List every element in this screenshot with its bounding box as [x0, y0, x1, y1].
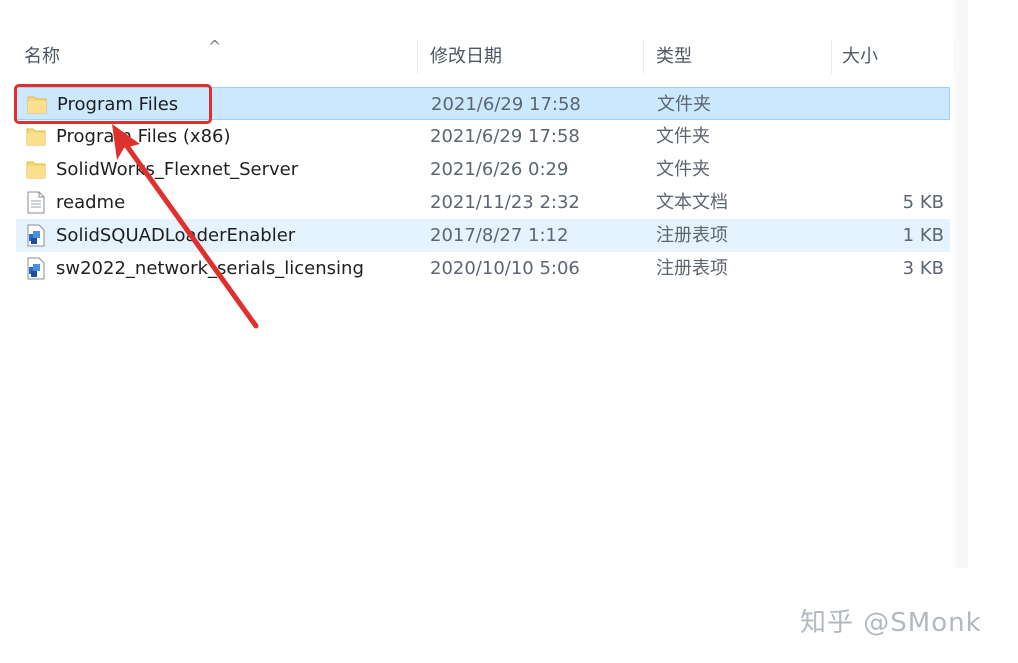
column-divider[interactable]: [955, 40, 956, 74]
file-modified: 2020/10/10 5:06: [430, 258, 580, 279]
file-size: 1 KB: [902, 225, 944, 246]
column-header-bar: 名称 ^ 修改日期 类型 大小: [0, 34, 960, 80]
file-name: readme: [56, 192, 126, 213]
file-row[interactable]: SolidWorks_Flexnet_Server 2021/6/26 0:29…: [16, 153, 950, 186]
file-row[interactable]: readme 2021/11/23 2:32 文本文档 5 KB: [16, 186, 950, 219]
sort-ascending-icon: ^: [208, 37, 222, 56]
file-modified: 2021/6/29 17:58: [430, 126, 580, 147]
column-header-size[interactable]: 大小: [832, 34, 956, 80]
column-header-type-label: 类型: [656, 46, 692, 67]
file-type: 文件夹: [657, 94, 711, 115]
column-header-modified-label: 修改日期: [430, 46, 502, 67]
file-type: 文本文档: [656, 192, 728, 213]
file-modified: 2017/8/27 1:12: [430, 225, 569, 246]
file-row[interactable]: Program Files 2021/6/29 17:58 文件夹: [16, 87, 950, 120]
folder-icon: [26, 125, 46, 148]
folder-icon: [27, 93, 47, 116]
file-explorer-pane: 名称 ^ 修改日期 类型 大小 Program Files 2021/6/29 …: [0, 0, 968, 568]
column-header-type[interactable]: 类型: [644, 34, 832, 80]
file-row[interactable]: sw2022_network_serials_licensing 2020/10…: [16, 252, 950, 285]
file-modified: 2021/11/23 2:32: [430, 192, 580, 213]
file-type: 文件夹: [656, 126, 710, 147]
file-type: 注册表项: [656, 225, 728, 246]
file-name: Program Files (x86): [56, 126, 231, 147]
file-size: [847, 88, 945, 121]
file-modified: 2021/6/29 17:58: [431, 94, 581, 115]
file-name: SolidWorks_Flexnet_Server: [56, 159, 299, 180]
column-header-modified[interactable]: 修改日期: [418, 34, 644, 80]
file-size: [846, 120, 944, 153]
file-name: SolidSQUADLoaderEnabler: [56, 225, 296, 246]
file-name: sw2022_network_serials_licensing: [56, 258, 364, 279]
file-size: [846, 153, 944, 186]
file-size: 5 KB: [902, 192, 944, 213]
column-header-name-label: 名称: [24, 46, 60, 67]
file-type: 文件夹: [656, 159, 710, 180]
text-document-icon: [26, 191, 46, 214]
file-row[interactable]: Program Files (x86) 2021/6/29 17:58 文件夹: [16, 120, 950, 153]
column-header-size-label: 大小: [842, 46, 878, 67]
column-header-name[interactable]: 名称 ^: [0, 34, 418, 80]
file-type: 注册表项: [656, 258, 728, 279]
file-modified: 2021/6/26 0:29: [430, 159, 569, 180]
watermark-text: 知乎 @SMonk: [800, 608, 982, 638]
folder-icon: [26, 158, 46, 181]
file-size: 3 KB: [902, 258, 944, 279]
registry-file-icon: [26, 257, 46, 280]
registry-file-icon: [26, 224, 46, 247]
file-name: Program Files: [57, 94, 179, 115]
file-row[interactable]: SolidSQUADLoaderEnabler 2017/8/27 1:12 注…: [16, 219, 950, 252]
